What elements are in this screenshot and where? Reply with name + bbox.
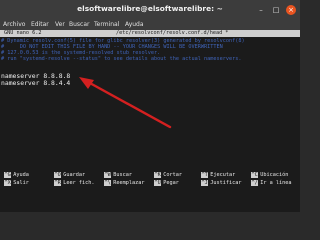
- shortcut-label: Ubicación: [260, 172, 289, 178]
- nameserver-line: nameserver 8.8.4.4: [1, 79, 71, 87]
- terminal-area[interactable]: GNU nano 6.2 /etc/resolvconf/resolv.conf…: [0, 30, 300, 212]
- menu-item-editar[interactable]: Editar: [31, 21, 49, 28]
- shortcut-key: ^\: [104, 180, 112, 186]
- shortcut-label: Guardar: [63, 172, 86, 178]
- shortcut-label: Ayuda: [13, 172, 29, 178]
- minimize-button[interactable]: –: [256, 5, 266, 15]
- shortcut-bar: ^G Ayuda ^O Guardar ^W Buscar ^K Cortar ^T Ej…: [0, 172, 300, 192]
- nano-version: GNU nano 6.2: [4, 30, 42, 36]
- close-button[interactable]: ×: [286, 5, 296, 15]
- shortcut-key: ^K: [154, 172, 162, 178]
- shortcut-label: Buscar: [113, 172, 132, 178]
- shortcut-label: Salir: [13, 180, 29, 186]
- menu-item-terminal[interactable]: Terminal: [94, 21, 119, 28]
- shortcut-key: ^G: [4, 172, 12, 178]
- shortcut-cut[interactable]: ^K Cortar: [154, 172, 182, 178]
- shortcut-label: Ir a línea: [260, 180, 292, 186]
- window-title: elsoftwarelibre@elsoftwarelibre: ~: [77, 4, 223, 13]
- shortcut-label: Leer fich.: [63, 180, 95, 186]
- shortcut-label: Pegar: [163, 180, 179, 186]
- shortcut-read-file[interactable]: ^R Leer fich.: [54, 180, 94, 186]
- shortcut-go-to-line[interactable]: ^/Ir a línea: [251, 180, 291, 186]
- shortcut-replace[interactable]: ^\ Reemplazar: [104, 180, 144, 186]
- shortcut-key: ^J: [201, 180, 209, 186]
- shortcut-exit[interactable]: ^X Salir: [4, 180, 29, 186]
- terminal-window: elsoftwarelibre@elsoftwarelibre: ~ – □ ×…: [0, 0, 300, 212]
- shortcut-save[interactable]: ^O Guardar: [54, 172, 85, 178]
- menu-bar: Archivo Editar Ver Buscar Terminal Ayuda: [0, 20, 300, 30]
- shortcut-label: Reemplazar: [113, 180, 145, 186]
- shortcut-justify[interactable]: ^J Justificar: [201, 180, 241, 186]
- shortcut-key: ^T: [201, 172, 209, 178]
- shortcut-key: ^O: [54, 172, 62, 178]
- menu-item-archivo[interactable]: Archivo: [3, 21, 25, 28]
- shortcut-search[interactable]: ^W Buscar: [104, 172, 132, 178]
- menu-item-buscar[interactable]: Buscar: [69, 21, 90, 28]
- shortcut-key: ^R: [54, 180, 62, 186]
- shortcut-key: ^/: [251, 180, 259, 186]
- nano-header: GNU nano 6.2 /etc/resolvconf/resolv.conf…: [0, 30, 300, 37]
- shortcut-key: ^C: [251, 172, 259, 178]
- comment-line: # run "systemd-resolve --status" to see …: [1, 56, 242, 62]
- shortcut-paste[interactable]: ^U Pegar: [154, 180, 179, 186]
- nano-file-name: /etc/resolvconf/resolv.conf.d/head *: [116, 30, 229, 36]
- menu-item-ver[interactable]: Ver: [55, 21, 65, 28]
- shortcut-help[interactable]: ^G Ayuda: [4, 172, 29, 178]
- title-bar[interactable]: elsoftwarelibre@elsoftwarelibre: ~ – □ ×: [0, 0, 300, 20]
- shortcut-label: Justificar: [210, 180, 242, 186]
- shortcut-key: ^U: [154, 180, 162, 186]
- maximize-button[interactable]: □: [271, 5, 281, 15]
- shortcut-key: ^W: [104, 172, 112, 178]
- shortcut-label: Ejecutar: [210, 172, 236, 178]
- shortcut-key: ^X: [4, 180, 12, 186]
- shortcut-location[interactable]: ^C Ubicación: [251, 172, 288, 178]
- menu-item-ayuda[interactable]: Ayuda: [125, 21, 144, 28]
- shortcut-execute[interactable]: ^T Ejecutar: [201, 172, 235, 178]
- shortcut-label: Cortar: [163, 172, 182, 178]
